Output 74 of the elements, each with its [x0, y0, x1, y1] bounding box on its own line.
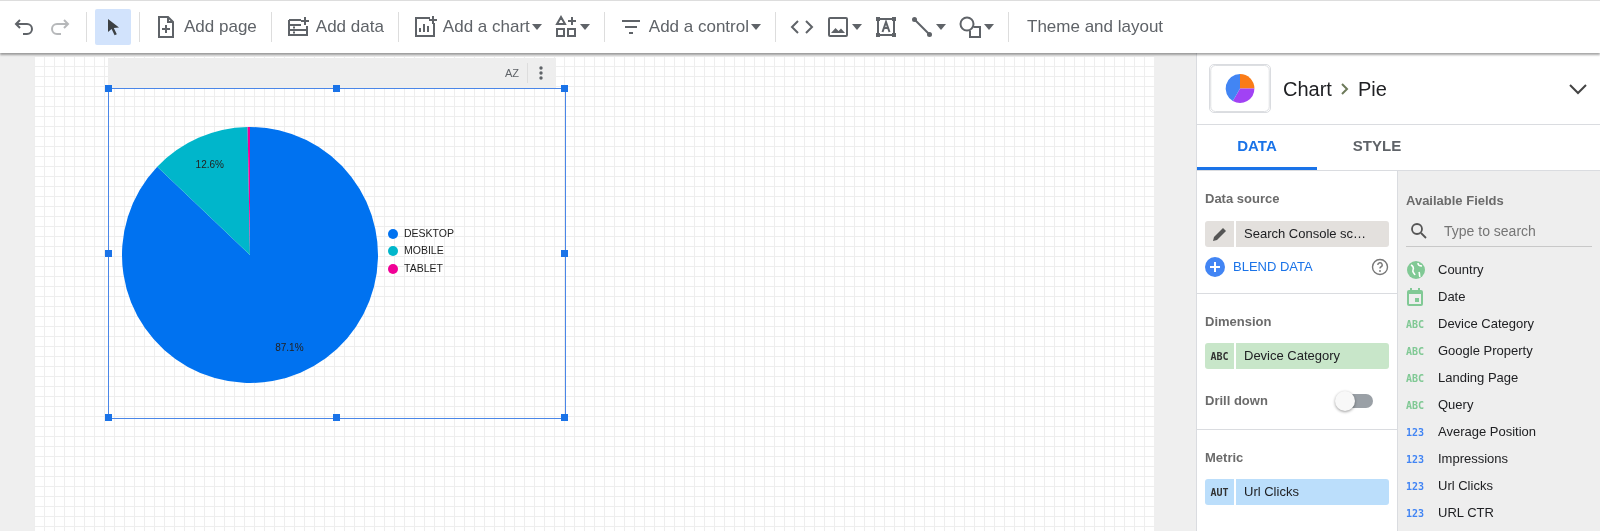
section-heading: Available Fields: [1406, 192, 1505, 210]
section-heading: Metric: [1205, 448, 1245, 467]
type-tag: 123: [1406, 424, 1425, 440]
caret-icon: [531, 24, 542, 30]
add-control-button[interactable]: Add a control: [612, 9, 767, 45]
pencil-icon: [1211, 225, 1228, 242]
resize-handle[interactable]: [561, 414, 568, 421]
type-tag: 123: [1406, 505, 1425, 521]
caret-icon: [751, 24, 761, 30]
type-tag: ABC: [1406, 370, 1425, 386]
type-tag: ABC: [1406, 343, 1425, 359]
globe-icon: [1406, 260, 1426, 280]
resize-handle[interactable]: [333, 414, 340, 421]
search-field[interactable]: Type to search: [1442, 219, 1592, 243]
type-tag: 123: [1406, 478, 1425, 494]
resize-handle[interactable]: [105, 249, 112, 257]
sort-button[interactable]: AZ: [496, 63, 528, 83]
field-item[interactable]: Average Position: [1438, 422, 1537, 442]
caret-icon: [852, 24, 862, 30]
help-icon[interactable]: [1371, 257, 1389, 276]
resize-handle[interactable]: [561, 85, 568, 92]
add-data-icon: [285, 15, 310, 39]
legend-label: TABLET: [404, 260, 443, 276]
field-item[interactable]: Country: [1438, 260, 1484, 280]
field-item[interactable]: Device Category: [1438, 314, 1535, 334]
resize-handle[interactable]: [333, 85, 340, 92]
type-tag: ABC: [1406, 397, 1425, 413]
chevron-right-icon: [1339, 81, 1350, 96]
drill-down-label: Drill down: [1205, 392, 1268, 410]
type-tag: 123: [1406, 451, 1425, 467]
field-item[interactable]: URL CTR: [1438, 503, 1494, 523]
legend-label: DESKTOP: [404, 225, 454, 241]
bar-chart-plus-icon: [412, 15, 437, 39]
panel-tab[interactable]: DATA: [1197, 125, 1317, 170]
data-source-chip[interactable]: Search Console sc…: [1205, 220, 1389, 247]
components-icon: [553, 15, 578, 39]
image-icon: [826, 15, 850, 39]
field-item[interactable]: Google Property: [1438, 341, 1533, 361]
chart-type: Pie: [1357, 76, 1387, 102]
shape-icon: [958, 15, 982, 39]
add-page-button[interactable]: Add page: [148, 9, 263, 45]
select-button[interactable]: [95, 9, 131, 45]
metric-chip[interactable]: AUT Url Clicks: [1205, 479, 1389, 505]
theme-button[interactable]: Theme and layout: [1017, 9, 1170, 45]
resize-handle[interactable]: [105, 85, 112, 92]
legend-label: MOBILE: [404, 243, 444, 259]
add-data-button[interactable]: Add data: [279, 9, 390, 45]
caret-icon: [984, 24, 994, 30]
section-heading: Data source: [1205, 190, 1281, 208]
text-box-icon: [874, 15, 898, 39]
dimension-chip[interactable]: ABC Device Category: [1205, 343, 1389, 369]
add-chart-button[interactable]: Add a chart: [406, 9, 548, 45]
calendar-icon: [1406, 287, 1424, 307]
field-item[interactable]: Date: [1438, 287, 1466, 307]
caret-icon: [579, 24, 590, 30]
field-item[interactable]: Impressions: [1438, 449, 1509, 469]
field-item[interactable]: Landing Page: [1438, 368, 1519, 388]
line-icon: [910, 15, 934, 39]
type-tag: ABC: [1406, 316, 1425, 332]
pie-chart-icon: [1209, 64, 1271, 113]
chart-category: Chart: [1283, 76, 1332, 102]
slice-label: 12.6%: [195, 157, 224, 172]
slice-label: 87.1%: [275, 340, 304, 355]
add-icon[interactable]: [1205, 256, 1225, 277]
field-item[interactable]: Url Clicks: [1438, 476, 1493, 496]
resize-handle[interactable]: [561, 249, 568, 257]
chevron-down-icon[interactable]: [1568, 82, 1588, 95]
field-item[interactable]: Query: [1438, 395, 1474, 415]
section-heading: Dimension: [1205, 312, 1273, 331]
panel-tab[interactable]: STYLE: [1317, 125, 1437, 170]
search-icon: [1410, 222, 1428, 240]
caret-icon: [936, 24, 946, 30]
resize-handle[interactable]: [105, 414, 112, 421]
blend-data-link[interactable]: BLEND DATA: [1233, 256, 1313, 277]
